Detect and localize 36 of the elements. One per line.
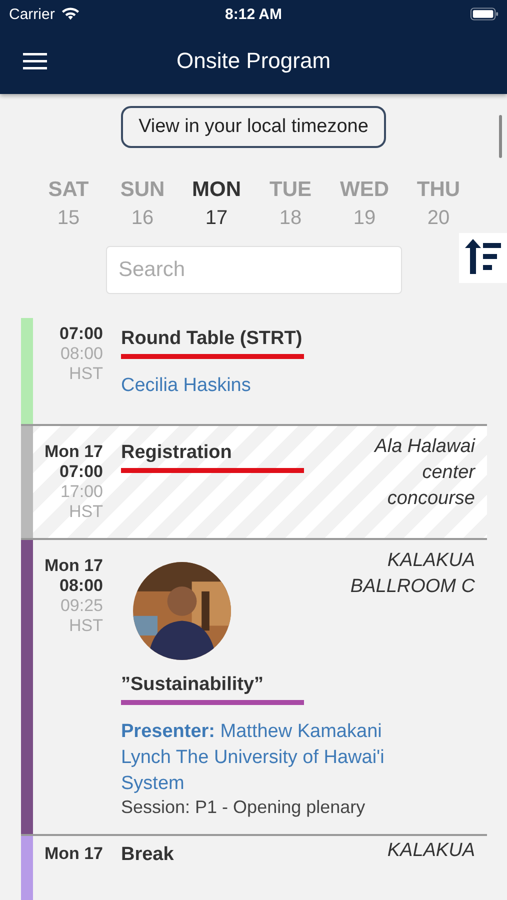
wifi-icon <box>60 7 80 21</box>
event-location: KALAKUA BALLROOM C <box>349 549 475 599</box>
event-card[interactable]: Mon 17 07:00 17:00 HST Registration Ala Halawai center concourse <box>21 426 487 540</box>
end-time: 09:25 <box>60 596 103 616</box>
event-title[interactable]: Registration <box>121 442 232 464</box>
event-card[interactable]: 07:00 08:00 HST Round Table (STRT) Cecilia Haskins <box>21 318 487 426</box>
battery-icon <box>470 7 499 21</box>
timezone-label: HST <box>69 502 103 522</box>
event-location: Ala Halawai center concourse <box>372 435 475 511</box>
presenter-link[interactable]: Presenter: Matthew Kamakani Lynch The University of Hawai'i System <box>121 719 431 797</box>
session-label: Session: P1 - Opening plenary <box>121 797 366 818</box>
event-title[interactable]: ”Sustainability” <box>121 674 264 696</box>
event-date: Mon 17 <box>44 442 103 462</box>
start-time: 07:00 <box>60 462 103 482</box>
event-card[interactable]: Mon 17 08:00 09:25 HST ”Sustainability” Presenter: Matthew Kamakani Lynch The University of Hawai'i System Session: P1 - Opening plenary KALAKUA BALLROOM C <box>21 540 487 836</box>
end-time: 17:00 <box>60 482 103 502</box>
start-time: 08:00 <box>60 576 103 596</box>
presenter-link[interactable]: Cecilia Haskins <box>121 373 431 399</box>
menu-icon[interactable] <box>23 52 47 70</box>
start-time: 07:00 <box>60 324 103 344</box>
timezone-label: HST <box>69 616 103 636</box>
sort-button[interactable] <box>459 233 507 283</box>
carrier-label: Carrier <box>9 6 55 22</box>
event-date: Mon 17 <box>44 556 103 576</box>
event-location: KALAKUA <box>386 839 475 863</box>
day-tab[interactable]: MON 17 <box>180 178 254 230</box>
timezone-button[interactable]: View in your local timezone <box>120 106 386 148</box>
event-title[interactable]: Round Table (STRT) <box>121 328 302 350</box>
page-title: Onsite Program <box>176 48 331 74</box>
scroll-indicator <box>499 115 502 158</box>
timezone-label: HST <box>69 364 103 384</box>
status-time: 8:12 AM <box>225 6 282 22</box>
search-field[interactable]: Search <box>106 246 402 294</box>
end-time: 08:00 <box>60 344 103 364</box>
event-date: Mon 17 <box>44 844 103 864</box>
event-title[interactable]: Break <box>121 844 174 866</box>
